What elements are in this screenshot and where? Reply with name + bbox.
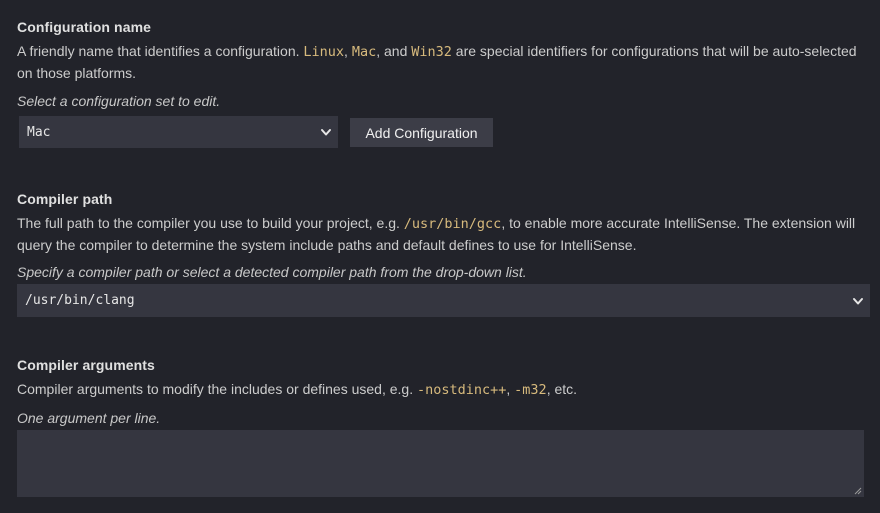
chevron-down-icon — [321, 129, 331, 136]
configuration-select[interactable]: Mac — [19, 116, 338, 148]
code-arg-m32: -m32 — [514, 382, 547, 398]
resize-grip-icon[interactable] — [853, 486, 862, 495]
compiler-arguments-textarea[interactable] — [17, 430, 864, 497]
code-mac: Mac — [351, 44, 377, 60]
compiler-path-title: Compiler path — [17, 191, 113, 207]
configuration-name-description: A friendly name that identifies a config… — [17, 43, 857, 81]
compiler-arguments-title: Compiler arguments — [17, 357, 155, 373]
compiler-path-hint: Specify a compiler path or select a dete… — [17, 264, 527, 280]
compiler-arguments-description: Compiler arguments to modify the include… — [17, 381, 578, 398]
compiler-path-description: The full path to the compiler you use to… — [17, 215, 856, 253]
configuration-name-hint: Select a configuration set to edit. — [17, 93, 221, 109]
code-example-path: /usr/bin/gcc — [403, 216, 502, 232]
compiler-path-select-value: /usr/bin/clang — [25, 293, 135, 308]
code-win32: Win32 — [411, 44, 452, 60]
add-configuration-button[interactable]: Add Configuration — [350, 118, 493, 147]
code-linux: Linux — [303, 44, 345, 60]
chevron-down-icon — [853, 297, 863, 304]
compiler-path-select[interactable]: /usr/bin/clang — [17, 284, 870, 317]
configuration-name-title: Configuration name — [17, 19, 152, 35]
compiler-arguments-hint: One argument per line. — [17, 410, 161, 426]
configuration-select-value: Mac — [27, 124, 51, 140]
code-arg-nostdinc: -nostdinc++ — [416, 382, 507, 398]
